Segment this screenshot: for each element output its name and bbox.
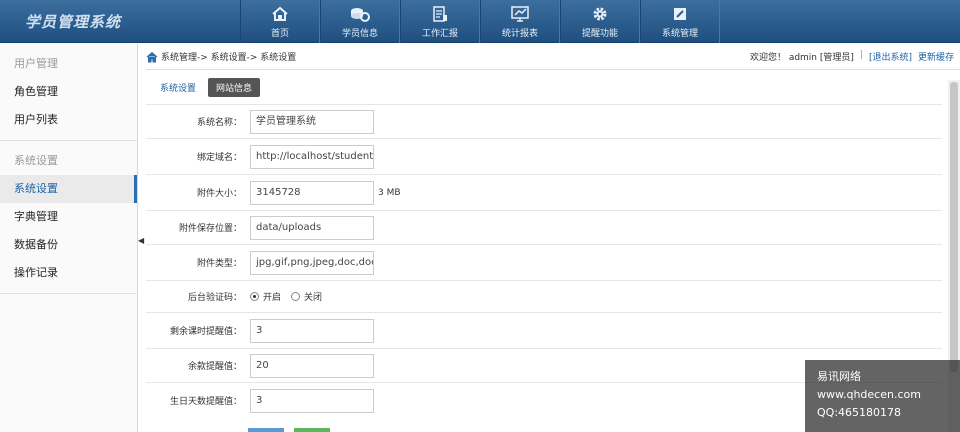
user-bar: 欢迎您！ admin [管理员] | [退出系统] 更新缓存	[750, 50, 954, 63]
captcha-label: 后台验证码：	[187, 293, 242, 303]
sidebar-item-data-backup[interactable]: 数据备份	[0, 231, 137, 259]
remaining-lessons-label: 剩余课时提醒值：	[169, 327, 242, 337]
edit-icon	[670, 4, 690, 24]
sidebar: 用户管理 角色管理 用户列表 系统设置 系统设置 字典管理 数据备份 操作记录	[0, 44, 138, 432]
sidebar-heading-system-settings: 系统设置	[14, 154, 58, 167]
attachment-types-input[interactable]: jpg,gif,png,jpeg,doc,docx,x	[250, 250, 374, 275]
birthday-days-label: 生日天数提醒值：	[169, 397, 242, 407]
form-buttons	[248, 428, 330, 432]
nav-statistics[interactable]: 统计报表	[480, 0, 560, 43]
attachment-size-unit: 3 MB	[378, 187, 401, 198]
breadcrumb-home-icon[interactable]	[146, 51, 158, 63]
watermark-line-2: www.qhdecen.com	[817, 388, 921, 401]
nav-system-admin[interactable]: 系统管理	[640, 0, 720, 43]
sidebar-group-system-settings: 系统设置 系统设置 字典管理 数据备份 操作记录	[0, 141, 137, 294]
sidebar-group-user-management: 用户管理 角色管理 用户列表	[0, 44, 137, 141]
sidebar-item-operation-log[interactable]: 操作记录	[0, 259, 137, 287]
nav-reminders[interactable]: 提醒功能	[560, 0, 640, 43]
watermark-line-1: 易讯网络	[817, 370, 861, 383]
radio-checked-icon	[250, 292, 259, 301]
userbar-separator: |	[859, 50, 863, 60]
form-row-site-name: 系统名称： 学员管理系统	[146, 104, 942, 138]
settings-tabs: 系统设置 网站信息	[146, 70, 960, 104]
logout-link[interactable]: [退出系统]	[869, 50, 912, 63]
nav-student-info[interactable]: 学员信息	[320, 0, 400, 43]
report-icon	[430, 4, 450, 24]
form-row-attachment-size: 附件大小： 3145728 3 MB	[146, 174, 942, 210]
monitor-chart-icon	[510, 4, 530, 24]
watermark: 易讯网络 www.qhdecen.com QQ:465180178	[805, 360, 960, 432]
birthday-days-input[interactable]: 3	[250, 388, 374, 413]
form-row-attachment-path: 附件保存位置： data/uploads	[146, 210, 942, 244]
nav-system-admin-label: 系统管理	[661, 29, 698, 39]
form-row-attachment-types: 附件类型： jpg,gif,png,jpeg,doc,docx,x	[146, 244, 942, 280]
gear-icon	[590, 4, 610, 24]
sidebar-collapse-icon[interactable]: ◀	[138, 236, 146, 248]
nav-home-label: 首页	[270, 29, 289, 39]
sidebar-item-user-list[interactable]: 用户列表	[0, 106, 137, 134]
nav-work-report-label: 工作汇报	[421, 29, 458, 39]
captcha-off-radio[interactable]: 关闭	[291, 290, 322, 303]
nav-student-info-label: 学员信息	[341, 29, 378, 39]
scrollbar-thumb[interactable]	[950, 82, 958, 372]
captcha-off-label: 关闭	[304, 293, 323, 303]
nav-statistics-label: 统计报表	[501, 29, 538, 39]
breadcrumb-text: 系统管理-> 系统设置-> 系统设置	[161, 53, 297, 63]
balance-label: 余款提醒值：	[187, 362, 242, 372]
breadcrumb-bar: 系统管理-> 系统设置-> 系统设置 欢迎您！ admin [管理员] | [退…	[146, 44, 960, 70]
reset-button[interactable]	[294, 428, 330, 432]
breadcrumb: 系统管理-> 系统设置-> 系统设置	[146, 50, 296, 63]
top-header: 学员管理系统 首页 学员信息 工作汇报 统计报表 提醒功能 系统管理	[0, 0, 960, 43]
attachment-size-label: 附件大小：	[196, 189, 242, 199]
nav-home[interactable]: 首页	[240, 0, 320, 43]
home-icon	[270, 4, 290, 24]
attachment-path-input[interactable]: data/uploads	[250, 215, 374, 240]
form-row-domain: 绑定域名： http://localhost/student/	[146, 138, 942, 174]
captcha-on-label: 开启	[263, 293, 282, 303]
top-nav: 首页 学员信息 工作汇报 统计报表 提醒功能 系统管理	[240, 0, 720, 43]
captcha-on-radio[interactable]: 开启	[250, 290, 281, 303]
welcome-text: 欢迎您！ admin [管理员]	[749, 53, 854, 63]
nav-work-report[interactable]: 工作汇报	[400, 0, 480, 43]
refresh-cache-link[interactable]: 更新缓存	[918, 50, 954, 63]
sidebar-item-role-management[interactable]: 角色管理	[0, 78, 137, 106]
tab-system-settings[interactable]: 系统设置	[160, 81, 196, 94]
submit-button[interactable]	[248, 428, 284, 432]
attachment-size-input[interactable]: 3145728	[250, 180, 374, 205]
watermark-line-3: QQ:465180178	[817, 406, 902, 419]
sidebar-heading-user-management: 用户管理	[14, 57, 58, 70]
tab-site-info[interactable]: 网站信息	[208, 77, 261, 97]
domain-label: 绑定域名：	[196, 153, 242, 163]
sidebar-item-dictionary[interactable]: 字典管理	[0, 203, 137, 231]
form-row-captcha: 后台验证码： 开启 关闭	[146, 280, 942, 312]
balance-input[interactable]: 20	[250, 353, 374, 378]
app-title: 学员管理系统	[25, 13, 122, 31]
form-row-remaining-lessons: 剩余课时提醒值： 3	[146, 312, 942, 348]
attachment-types-label: 附件类型：	[196, 259, 242, 269]
sidebar-item-system-settings[interactable]: 系统设置	[0, 175, 137, 203]
nav-reminders-label: 提醒功能	[581, 29, 618, 39]
site-name-label: 系统名称：	[196, 118, 242, 128]
domain-input[interactable]: http://localhost/student/	[250, 144, 374, 169]
radio-unchecked-icon	[291, 292, 301, 301]
attachment-path-label: 附件保存位置：	[178, 224, 242, 234]
site-name-input[interactable]: 学员管理系统	[250, 109, 374, 134]
coins-gear-icon	[350, 4, 370, 24]
remaining-lessons-input[interactable]: 3	[250, 318, 374, 343]
